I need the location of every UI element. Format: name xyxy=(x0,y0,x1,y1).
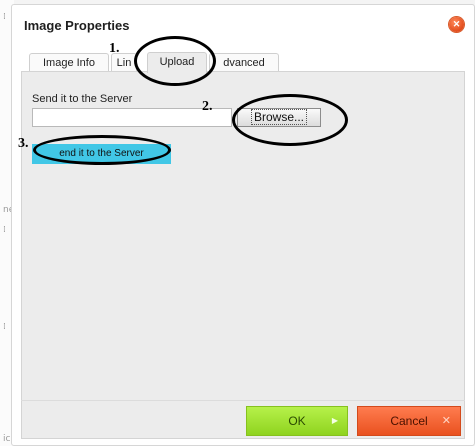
background-text-fragment: ic xyxy=(3,434,11,444)
annotation-step-1: 1. xyxy=(109,41,120,56)
x-icon: ✕ xyxy=(441,415,451,427)
send-button-label: end it to the Server xyxy=(59,148,144,159)
dialog-title: Image Properties xyxy=(24,18,130,33)
browse-button-label: Browse... xyxy=(250,109,307,125)
browse-button[interactable]: Browse... xyxy=(237,108,321,127)
annotation-step-2: 2. xyxy=(202,99,213,114)
tab-image-info[interactable]: Image Info xyxy=(29,53,109,72)
tab-advanced[interactable]: dvanced xyxy=(209,53,279,72)
arrow-right-icon: ▶ xyxy=(331,416,338,425)
ok-button[interactable]: OK ▶ xyxy=(246,406,348,436)
annotation-step-3: 3. xyxy=(18,136,29,151)
tab-upload[interactable]: Upload xyxy=(147,52,207,73)
background-dots: ⁞ xyxy=(3,225,6,235)
tab-label: dvanced xyxy=(223,57,265,69)
tab-label: Lin xyxy=(116,57,132,69)
cancel-button[interactable]: Cancel ✕ xyxy=(357,406,461,436)
tab-label: Image Info xyxy=(43,57,95,69)
ok-button-label: OK xyxy=(288,414,306,428)
image-properties-dialog: Image Properties ✕ Image Info Lin Upload… xyxy=(11,4,475,446)
tab-label: Upload xyxy=(159,56,195,68)
cancel-button-label: Cancel xyxy=(390,414,428,428)
footer-divider xyxy=(21,400,465,401)
upload-field-label: Send it to the Server xyxy=(32,93,133,105)
send-to-server-button[interactable]: end it to the Server xyxy=(32,144,171,164)
close-icon[interactable]: ✕ xyxy=(449,17,464,32)
background-dots: ⁞ xyxy=(3,12,6,22)
background-dots: ⁞ xyxy=(3,322,6,332)
